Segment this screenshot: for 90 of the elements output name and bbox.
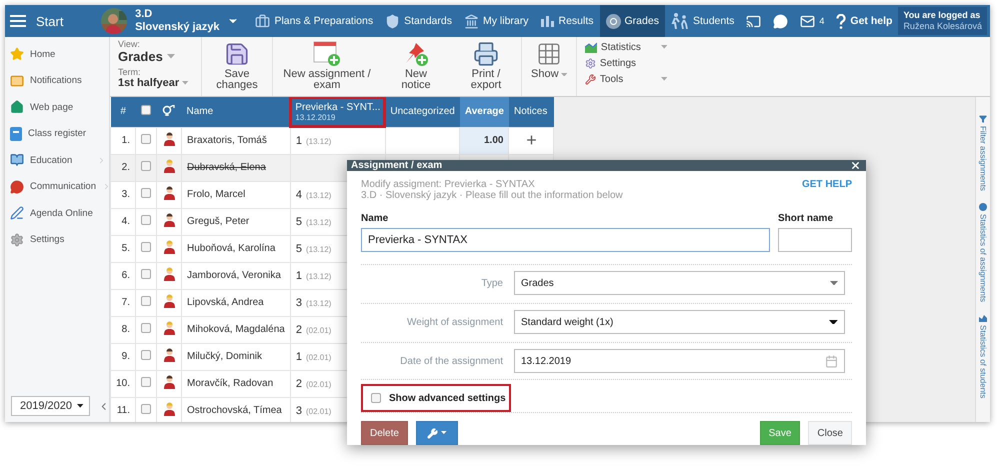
field-label: Date of the assignment (399, 356, 504, 366)
field-label: Type (480, 278, 504, 288)
grade-value[interactable]: 1 (296, 270, 302, 282)
grade-date: (02.01) (306, 406, 332, 416)
nav-tab[interactable]: Grades (600, 5, 665, 37)
row-number: 5. (122, 243, 130, 254)
column-header: Notices (508, 97, 554, 127)
dialog-subtitle: Modify assigment: Previerka - SYNTAX (361, 179, 536, 190)
row-number: 6. (122, 270, 130, 281)
field-label: Short name (778, 213, 834, 224)
column-header: # (110, 97, 136, 127)
name-field[interactable]: Previerka - SYNTAX (361, 228, 770, 252)
sidebar-item[interactable]: Class register (5, 120, 109, 147)
row-number: 4. (122, 216, 130, 227)
sidebar-item[interactable]: Agenda Online (5, 200, 109, 226)
sidebar-item[interactable]: Notifications (5, 68, 109, 94)
column-header: Average (460, 97, 509, 127)
add-notice-button[interactable]: + (526, 130, 537, 150)
grade-value[interactable]: 1 (296, 134, 302, 146)
average-value: 1.00 (484, 135, 504, 146)
field-label: Weight of assignment (406, 316, 504, 328)
side-panel-tab[interactable]: Filter assignments (978, 115, 988, 191)
sidebar-item[interactable]: Web page (5, 94, 109, 120)
nav-tab[interactable]: My library (458, 5, 534, 37)
class-selector[interactable]: 3.D Slovenský jazyk (89, 5, 250, 37)
date-field[interactable]: 13.12.2019 (514, 349, 845, 373)
row-number: 8. (122, 324, 130, 335)
checkbox-label: Show advanced settings (389, 392, 506, 404)
sidebar-item[interactable]: Settings (5, 226, 109, 253)
grade-date: (13.12) (306, 136, 332, 146)
toolbar-button[interactable]: Print / export (457, 41, 515, 92)
nav-tab[interactable]: Standards (379, 5, 458, 37)
row-number: 10. (116, 378, 130, 389)
grade-value[interactable]: 4 (296, 188, 302, 200)
grade-date: (02.01) (306, 352, 332, 362)
dialog-context: 3.D · Slovenský jazyk · Please fill out the information below (361, 190, 623, 201)
row-number: 9. (122, 351, 130, 362)
grade-value[interactable]: 2 (296, 378, 302, 390)
row-number: 11. (116, 405, 130, 416)
grade-value[interactable]: 3 (296, 404, 302, 416)
column-header: Uncategorized (385, 97, 460, 127)
close-button[interactable]: Close (808, 421, 852, 445)
side-panel-tab[interactable]: Statistics of assignments (978, 202, 988, 302)
nav-tab[interactable]: Plans & Preparations (249, 5, 380, 37)
dialog-title: Assignment / exam (351, 160, 442, 171)
toolbar-button[interactable]: Show (528, 41, 570, 92)
nav-tab[interactable]: Students (664, 5, 740, 37)
grade-date: (13.12) (306, 244, 332, 254)
sidebar-item[interactable]: Home (5, 41, 109, 68)
grade-value[interactable]: 5 (296, 216, 302, 228)
assignment-column-header[interactable]: Previerka - SYNT... 13.12.2019 (290, 97, 386, 127)
row-number: 7. (122, 297, 130, 308)
year-select[interactable]: 2019/2020 (11, 396, 90, 416)
row-number: 2. (122, 162, 130, 173)
nav-tab[interactable]: Results (534, 5, 600, 37)
side-panel-tab[interactable]: Statistics of students (978, 314, 988, 398)
toolbar-button[interactable]: New notice (387, 41, 445, 92)
grade-date: (13.12) (306, 190, 332, 200)
grade-date: (02.01) (306, 380, 332, 388)
toolbar-button[interactable]: Save changes (208, 41, 266, 92)
nav-tab[interactable]: Get help (830, 5, 898, 37)
grade-date: (13.12) (306, 218, 332, 226)
toolbar-menu-item[interactable]: Settings (584, 55, 667, 71)
grade-value[interactable]: 3 (296, 296, 302, 308)
column-header: Name (182, 97, 290, 127)
term-dropdown[interactable]: 1st halfyear (118, 77, 193, 89)
view-dropdown[interactable]: Grades (118, 49, 193, 64)
user-name: Ružena Kolesárová (903, 21, 982, 32)
login-caption: You are logged as (903, 10, 982, 21)
grade-value[interactable]: 2 (296, 324, 302, 336)
start-menu-button[interactable]: Start (5, 5, 90, 37)
grade-date: (02.01) (306, 326, 332, 334)
select-field[interactable]: Standard weight (1x) (514, 310, 845, 334)
grade-value[interactable]: 5 (296, 242, 302, 254)
toolbar-menu-item[interactable]: Tools (584, 71, 667, 87)
field-label: Name (361, 213, 390, 224)
row-number: 1. (122, 135, 130, 146)
grade-value[interactable]: 1 (296, 350, 302, 362)
select-field[interactable]: Grades (514, 271, 845, 295)
nav-tab[interactable]: 4 (794, 5, 830, 37)
term-label: Term: (118, 67, 142, 77)
grade-date: (13.12) (306, 272, 332, 280)
grade-date: (13.12) (306, 298, 332, 308)
toolbar-button[interactable]: New assignment / exam (279, 41, 375, 92)
sidebar-item[interactable]: Education (5, 147, 109, 174)
view-label: View: (118, 39, 141, 49)
row-number: 3. (122, 189, 130, 200)
sidebar-item[interactable]: Communication (5, 174, 109, 200)
toolbar-menu-item[interactable]: Statistics (584, 39, 667, 55)
delete-button[interactable]: Delete (361, 421, 408, 445)
